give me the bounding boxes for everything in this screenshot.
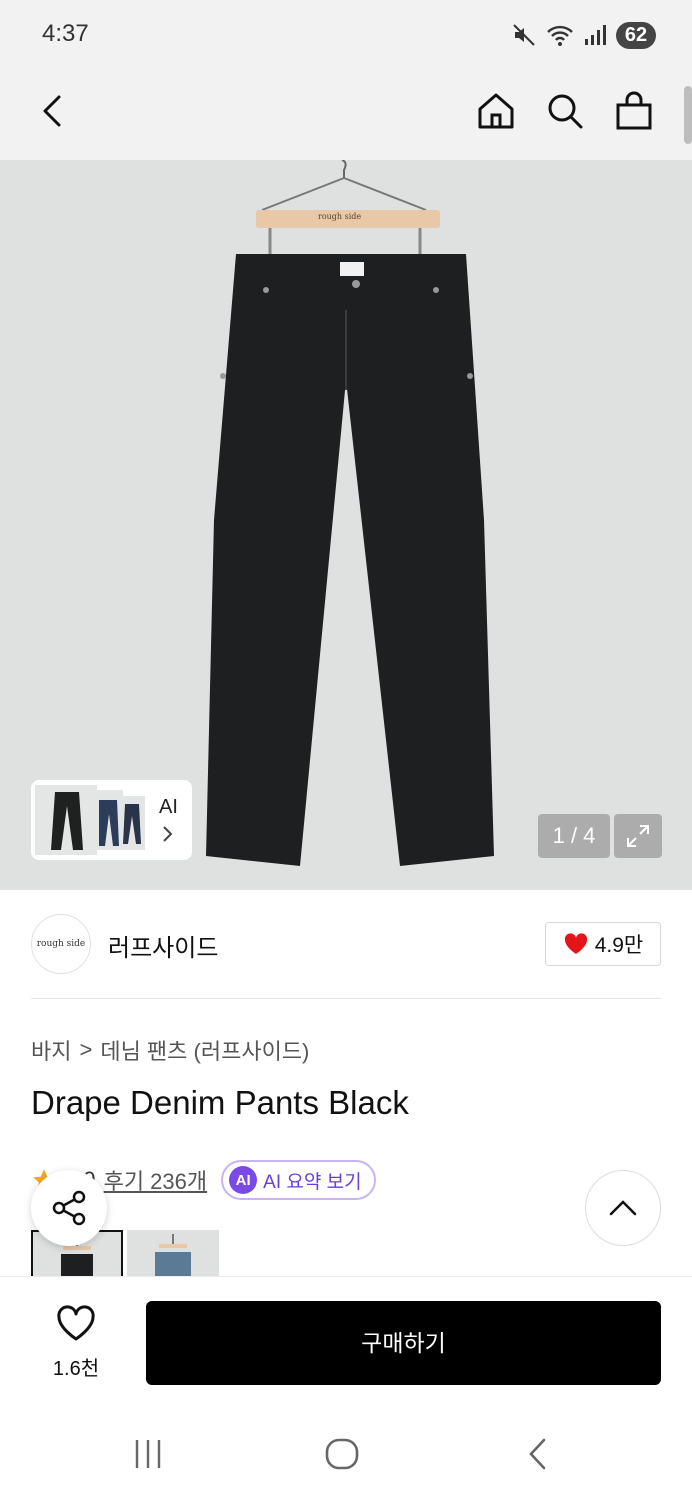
recent-apps-icon — [135, 1440, 161, 1468]
image-counter: 1 / 4 — [538, 814, 610, 858]
brand-like-button[interactable]: 4.9만 — [545, 922, 661, 966]
expand-image-button[interactable] — [614, 814, 662, 858]
cart-button[interactable] — [609, 86, 659, 136]
home-icon — [478, 93, 514, 129]
back-chevron-icon — [529, 1438, 546, 1470]
back-button[interactable] — [28, 86, 78, 136]
signal-icon — [585, 25, 606, 45]
breadcrumb: 바지 > 데님 팬츠 (러프사이드) — [31, 1034, 309, 1066]
search-icon — [548, 94, 583, 129]
purchase-bar: 1.6천 구매하기 — [0, 1276, 692, 1400]
status-bar: 4:37 62 — [0, 0, 692, 72]
ai-thumbnail-strip[interactable]: AI — [31, 780, 192, 860]
brand-logo[interactable]: rough side — [31, 914, 91, 974]
color-option-blue-image — [155, 1234, 191, 1276]
share-button[interactable] — [31, 1170, 107, 1246]
system-navigation-bar — [0, 1400, 692, 1500]
thumbnail-preview — [35, 785, 145, 855]
heart-outline-icon — [57, 1305, 95, 1341]
search-button[interactable] — [540, 86, 590, 136]
status-time: 4:37 — [42, 20, 89, 47]
recent-apps-button[interactable] — [128, 1436, 168, 1472]
scrollbar-thumb[interactable] — [684, 86, 692, 144]
back-system-button[interactable] — [518, 1436, 558, 1472]
chevron-up-icon — [609, 1200, 637, 1216]
buy-button[interactable]: 구매하기 — [146, 1301, 661, 1385]
scroll-to-top-button[interactable] — [585, 1170, 661, 1246]
breadcrumb-category[interactable]: 바지 — [31, 1034, 71, 1066]
breadcrumb-separator: > — [79, 1037, 93, 1062]
hanger-tag-text: rough side — [318, 212, 362, 221]
brand-name[interactable]: 러프사이드 — [108, 928, 218, 963]
product-title: Drape Denim Pants Black — [31, 1084, 409, 1121]
home-system-button[interactable] — [322, 1436, 362, 1472]
share-icon — [52, 1190, 86, 1226]
expand-icon — [627, 825, 649, 847]
breadcrumb-subcategory[interactable]: 데님 팬츠 (러프사이드) — [100, 1034, 309, 1066]
wishlist-button[interactable]: 1.6천 — [40, 1305, 112, 1381]
shopping-bag-icon — [616, 91, 652, 130]
ai-summary-label: AI 요약 보기 — [263, 1171, 362, 1193]
ai-summary-button[interactable]: AI AI 요약 보기 — [221, 1160, 376, 1200]
color-option-blue[interactable] — [127, 1230, 219, 1276]
home-circle-icon — [325, 1438, 359, 1470]
divider — [31, 998, 661, 999]
product-image-gallery[interactable]: rough side AI 1 / 4 — [0, 160, 692, 890]
chevron-right-icon — [163, 826, 173, 842]
thumb-ai-label: AI — [159, 796, 178, 818]
top-navigation — [0, 72, 692, 160]
battery-indicator: 62 — [616, 21, 656, 49]
wifi-icon — [547, 25, 573, 46]
home-button[interactable] — [471, 86, 521, 136]
review-count-link[interactable]: 후기 236개 — [104, 1164, 208, 1196]
heart-filled-icon — [564, 933, 587, 954]
wishlist-count: 1.6천 — [52, 1358, 100, 1380]
status-icons: 62 — [512, 20, 656, 50]
back-icon — [43, 95, 61, 127]
brand-like-count: 4.9만 — [594, 934, 644, 957]
brand-row: rough side 러프사이드 4.9만 — [0, 890, 692, 1000]
ai-badge: AI — [229, 1166, 258, 1194]
mute-icon — [513, 24, 535, 46]
